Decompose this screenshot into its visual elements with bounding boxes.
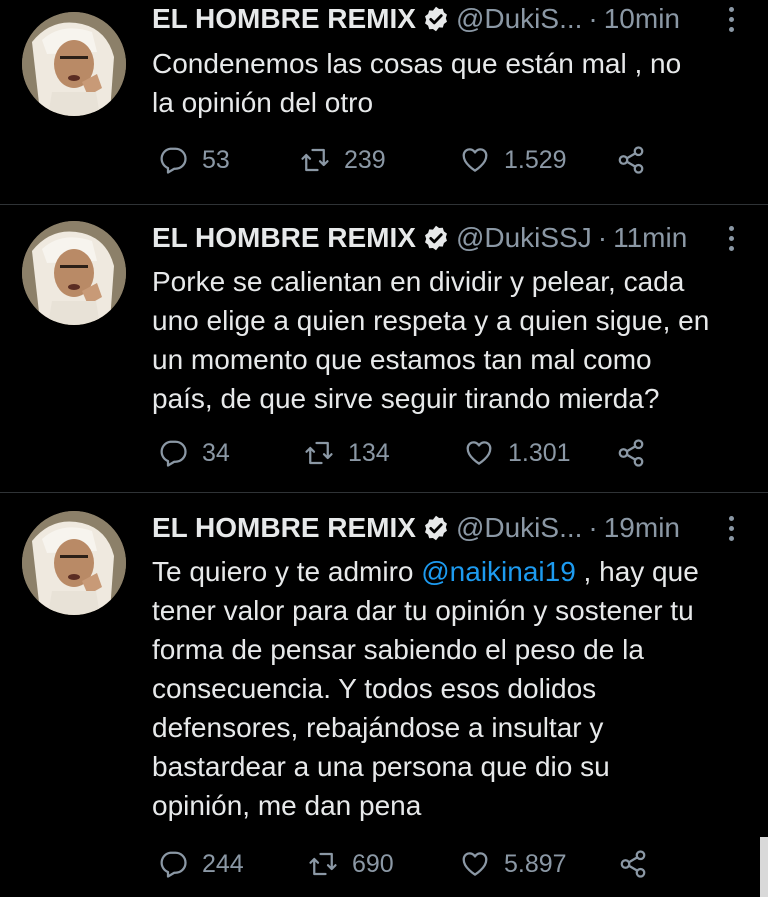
username[interactable]: @DukiS... [456, 512, 582, 544]
verified-badge-icon [424, 515, 447, 541]
like-count: 1.301 [508, 438, 571, 467]
tweet-text-line: uno elige a quien respeta y a quien sigu… [152, 305, 710, 336]
tweet-text-line: consecuencia. Y todos esos dolidos [152, 673, 597, 704]
like-count: 1.529 [504, 145, 567, 174]
more-options-icon[interactable] [724, 221, 738, 255]
reply-count: 34 [202, 438, 230, 467]
tweet-actions: 34 134 1.301 [158, 433, 678, 473]
retweet-icon [305, 441, 333, 465]
retweet-count: 239 [344, 145, 386, 174]
separator-dot: · [588, 512, 598, 543]
display-name[interactable]: EL HOMBRE REMIX [152, 512, 416, 544]
tweet-text-fragment: Te quiero y te admiro [152, 556, 422, 587]
tweet-text: Te quiero y te admiro @naikinai19 , hay … [152, 552, 737, 825]
heart-icon [462, 148, 488, 172]
tweet-text-line: Condenemos las cosas que están mal , no [152, 48, 682, 79]
timestamp[interactable]: 19min [604, 512, 680, 544]
retweet-icon [301, 148, 329, 172]
tweet[interactable]: EL HOMBRE REMIX @DukiS... · 19min Te qui… [0, 493, 768, 897]
avatar[interactable] [22, 511, 126, 615]
like-count: 5.897 [504, 849, 567, 878]
verified-badge-icon [424, 6, 447, 32]
share-icon [618, 439, 644, 467]
separator-dot: · [588, 3, 598, 34]
like-button[interactable]: 1.301 [464, 433, 571, 473]
tweet-text-line: Porke se calientan en dividir y pelear, … [152, 266, 685, 297]
retweet-count: 690 [352, 849, 394, 878]
share-button[interactable] [618, 844, 662, 884]
scrollbar[interactable] [760, 837, 768, 897]
username[interactable]: @DukiSSJ [456, 222, 592, 254]
reply-icon [160, 147, 187, 174]
display-name[interactable]: EL HOMBRE REMIX [152, 3, 416, 35]
like-button[interactable]: 1.529 [460, 140, 567, 180]
tweet[interactable]: EL HOMBRE REMIX @DukiSSJ · 11min Porke s… [0, 205, 768, 493]
tweet-text: Porke se calientan en dividir y pelear, … [152, 262, 737, 418]
share-button[interactable] [616, 140, 660, 180]
mention-link[interactable]: @naikinai19 [421, 556, 576, 587]
reply-button[interactable]: 244 [158, 844, 244, 884]
separator-dot: · [597, 222, 608, 253]
reply-count: 53 [202, 145, 230, 174]
tweet-text: Condenemos las cosas que están mal , no … [152, 44, 737, 122]
share-icon [620, 850, 646, 878]
more-options-icon[interactable] [724, 2, 738, 36]
retweet-button[interactable]: 134 [304, 433, 390, 473]
timestamp[interactable]: 10min [604, 3, 680, 35]
tweet-text-line: bastardear a una persona que dio su [152, 751, 610, 782]
display-name[interactable]: EL HOMBRE REMIX [152, 222, 416, 254]
share-icon [618, 146, 644, 174]
tweet-text-line: Te quiero y te admiro @naikinai19 , hay … [152, 552, 737, 591]
reply-icon [160, 851, 187, 878]
reply-icon [160, 440, 187, 467]
verified-badge-icon [424, 225, 447, 251]
tweet-text-line: defensores, rebajándose a insultar y [152, 712, 604, 743]
tweet[interactable]: EL HOMBRE REMIX @DukiS... · 10min Conden… [0, 0, 768, 205]
retweet-count: 134 [348, 438, 390, 467]
tweet-header: EL HOMBRE REMIX @DukiS... · 19min [152, 509, 738, 547]
retweet-button[interactable]: 239 [300, 140, 386, 180]
tweet-header: EL HOMBRE REMIX @DukiSSJ · 11min [152, 219, 738, 257]
tweet-text-line: país, de que sirve seguir tirando mierda… [152, 383, 660, 414]
avatar[interactable] [22, 12, 126, 116]
heart-icon [462, 852, 488, 876]
avatar-image [22, 221, 126, 325]
username[interactable]: @DukiS... [456, 3, 582, 35]
tweet-text-line: opinión, me dan pena [152, 790, 422, 821]
retweet-button[interactable]: 690 [308, 844, 394, 884]
reply-count: 244 [202, 849, 244, 878]
tweet-actions: 53 239 1.529 [158, 140, 678, 180]
tweet-header: EL HOMBRE REMIX @DukiS... · 10min [152, 0, 738, 38]
avatar[interactable] [22, 221, 126, 325]
share-button[interactable] [616, 433, 660, 473]
tweet-text-fragment: , hay que [575, 556, 699, 587]
timestamp[interactable]: 11min [613, 222, 687, 254]
like-button[interactable]: 5.897 [460, 844, 567, 884]
tweet-text-line: forma de pensar sabiendo el peso de la [152, 634, 644, 665]
tweet-text-line: tener valor para dar tu opinión y sosten… [152, 595, 694, 626]
tweet-text-line: la opinión del otro [152, 87, 374, 118]
retweet-icon [309, 852, 337, 876]
avatar-image [22, 12, 126, 116]
tweet-text-line: un momento que estamos tan mal como [152, 344, 652, 375]
reply-button[interactable]: 34 [158, 433, 230, 473]
more-options-icon[interactable] [724, 511, 738, 545]
reply-button[interactable]: 53 [158, 140, 230, 180]
heart-icon [466, 441, 492, 465]
tweet-actions: 244 690 5.897 [158, 844, 678, 884]
avatar-image [22, 511, 126, 615]
